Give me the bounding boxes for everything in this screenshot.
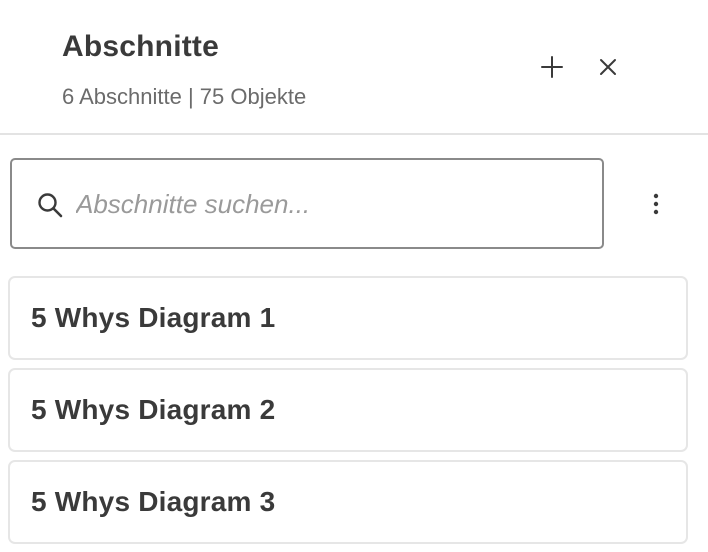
section-item-label: 5 Whys Diagram 2 [31,394,276,425]
search-icon [38,193,63,218]
search-input[interactable] [76,178,586,230]
add-section-button[interactable] [532,47,572,87]
panel-title: Abschnitte [62,30,220,63]
close-icon [600,59,616,75]
panel-header: Abschnitte 6 Abschnitte | 75 Objekte [0,0,708,135]
section-list: 5 Whys Diagram 1 5 Whys Diagram 2 5 Whys… [8,276,688,552]
section-item[interactable]: 5 Whys Diagram 3 [8,460,688,544]
panel-subtitle: 6 Abschnitte | 75 Objekte [62,84,307,109]
close-button[interactable] [588,47,628,87]
more-options-button[interactable] [636,184,676,224]
section-item-label: 5 Whys Diagram 1 [31,302,276,333]
vertical-ellipsis-icon [653,193,659,215]
section-item-label: 5 Whys Diagram 3 [31,486,276,517]
sections-panel: Abschnitte 6 Abschnitte | 75 Objekte Abs… [0,0,708,552]
search-box [10,158,604,249]
plus-icon [541,56,563,78]
section-item[interactable]: 5 Whys Diagram 2 [8,368,688,452]
section-item[interactable]: 5 Whys Diagram 1 [8,276,688,360]
